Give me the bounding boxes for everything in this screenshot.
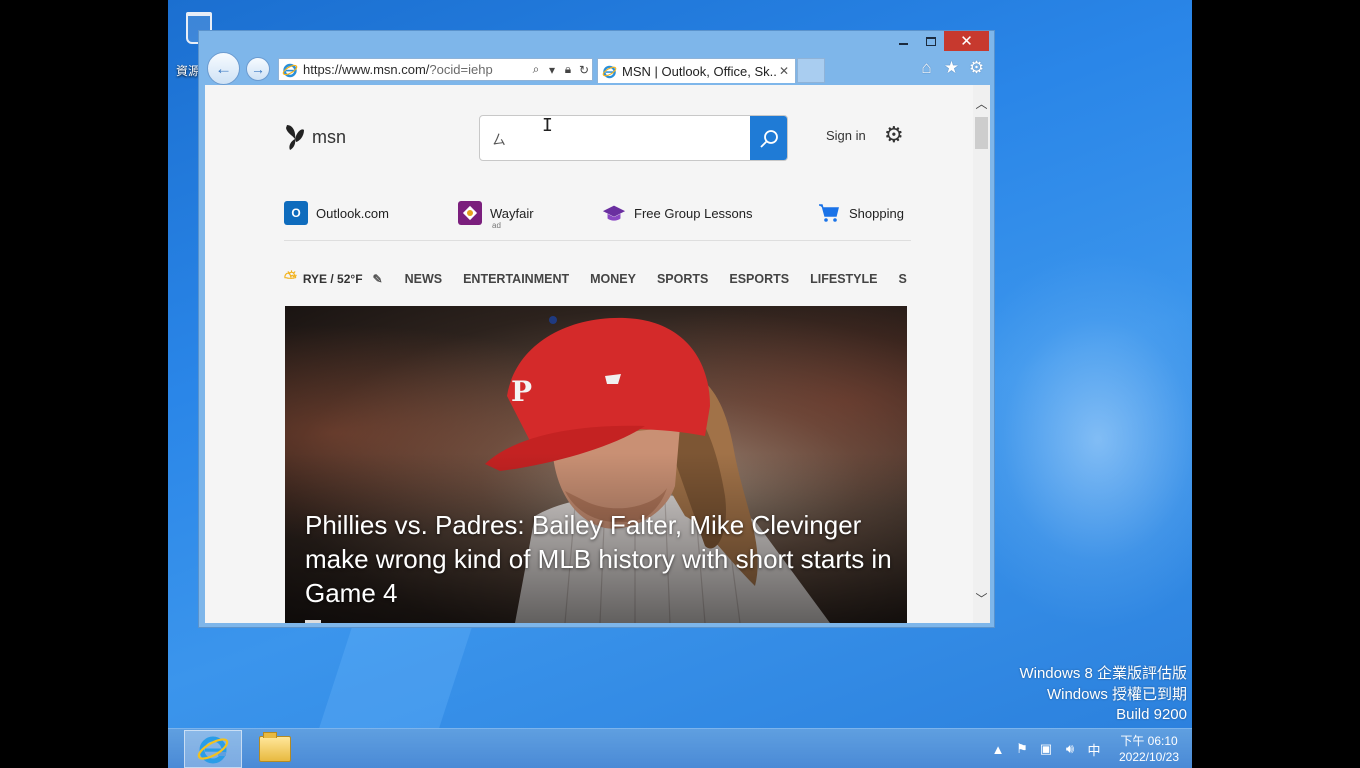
text-cursor-icon: I bbox=[542, 115, 553, 136]
ime-indicator[interactable]: 中 bbox=[1082, 740, 1106, 759]
cart-icon bbox=[817, 201, 841, 225]
tab-close-icon[interactable]: ✕ bbox=[776, 64, 792, 78]
url-host: https://www.msn.com/ bbox=[303, 62, 430, 77]
quick-link-outlook[interactable]: O Outlook.com bbox=[284, 201, 389, 225]
recycle-bin-label: 資源 bbox=[176, 64, 201, 78]
scroll-up-icon[interactable]: ︿ bbox=[973, 95, 990, 112]
clock-date: 2022/10/23 bbox=[1118, 750, 1180, 764]
browser-toolbar-icons: ⌂ ★ ⚙ bbox=[917, 58, 986, 77]
msn-search-box[interactable]: ㄙ bbox=[479, 115, 788, 161]
network-icon[interactable]: ▣ bbox=[1034, 741, 1058, 757]
new-tab-button[interactable] bbox=[797, 58, 825, 83]
nav-sports[interactable]: SPORTS bbox=[657, 272, 708, 286]
quick-links-bar: O Outlook.com Wayfair ad Free Group Less… bbox=[284, 201, 911, 241]
scroll-thumb[interactable] bbox=[975, 117, 988, 149]
weather-widget[interactable]: ⛅︎ RYE / 52°F ✎ bbox=[284, 270, 383, 288]
quick-link-label: Free Group Lessons bbox=[634, 205, 753, 221]
quick-link-shopping[interactable]: Shopping bbox=[817, 201, 904, 225]
window-controls: ✕ bbox=[890, 31, 989, 51]
tab-ie-favicon-icon bbox=[602, 65, 617, 78]
minimize-icon bbox=[899, 43, 908, 45]
tab-title: MSN | Outlook, Office, Sk... bbox=[622, 63, 776, 79]
search-icon bbox=[759, 130, 778, 148]
vertical-scrollbar[interactable]: ︿ ﹀ bbox=[973, 85, 990, 623]
wayfair-icon bbox=[458, 201, 482, 225]
show-hidden-icons-chevron-icon[interactable]: ▲ bbox=[986, 742, 1010, 757]
msn-butterfly-icon bbox=[286, 125, 304, 150]
url-query: ?ocid=iehp bbox=[429, 62, 493, 77]
hero-headline[interactable]: Phillies vs. Padres: Bailey Falter, Mike… bbox=[305, 508, 895, 610]
msn-logo[interactable]: msn bbox=[284, 122, 346, 152]
taskbar: ▲ ⚑ ▣ 🔊︎ 中 下午 06:10 2022/10/23 bbox=[168, 728, 1192, 768]
taskbar-ie-button[interactable] bbox=[184, 730, 242, 768]
nav-esports[interactable]: ESPORTS bbox=[729, 272, 789, 286]
scroll-down-icon[interactable]: ﹀ bbox=[973, 590, 990, 607]
msn-nav-bar: ⛅︎ RYE / 52°F ✎ NEWS ENTERTAINMENT MONEY… bbox=[284, 268, 911, 290]
arrow-left-icon: ← bbox=[215, 58, 232, 78]
quick-link-label: Outlook.com bbox=[316, 205, 389, 221]
ad-label: ad bbox=[492, 221, 501, 230]
quick-link-free-group-lessons[interactable]: Free Group Lessons bbox=[602, 201, 753, 225]
address-bar[interactable]: https://www.msn.com/?ocid=iehp ⌕ ▾ 🔒︎ ↻ bbox=[278, 58, 593, 81]
taskbar-file-explorer-button[interactable] bbox=[246, 730, 304, 768]
msn-search-button[interactable] bbox=[750, 116, 787, 160]
graduation-cap-icon bbox=[602, 201, 626, 225]
maximize-button[interactable] bbox=[917, 31, 944, 51]
edit-pencil-icon[interactable]: ✎ bbox=[373, 272, 383, 286]
windows-watermark: Windows 8 企業版評估版 Windows 授權已到期 Build 920… bbox=[1019, 664, 1187, 726]
tools-gear-icon[interactable]: ⚙ bbox=[967, 58, 986, 77]
minimize-button[interactable] bbox=[890, 31, 917, 51]
system-tray: ▲ ⚑ ▣ 🔊︎ 中 下午 06:10 2022/10/23 bbox=[986, 729, 1192, 768]
partly-cloudy-icon: ⛅︎ bbox=[284, 270, 297, 287]
folder-icon bbox=[259, 732, 291, 762]
internet-explorer-icon bbox=[197, 736, 229, 764]
msn-logo-text: msn bbox=[312, 126, 347, 147]
watermark-line-2: Windows 授權已到期 bbox=[1046, 685, 1187, 703]
chevron-down-icon[interactable]: ▾ bbox=[544, 63, 560, 77]
home-icon[interactable]: ⌂ bbox=[917, 58, 936, 77]
settings-gear-icon[interactable]: ⚙ bbox=[884, 122, 904, 148]
clock-time: 下午 06:10 bbox=[1120, 734, 1178, 748]
outlook-icon: O bbox=[284, 201, 308, 225]
arrow-right-icon: → bbox=[251, 61, 265, 77]
close-button[interactable]: ✕ bbox=[944, 31, 989, 51]
quick-link-label: Shopping bbox=[849, 205, 904, 221]
search-dropdown-icon[interactable]: ⌕ bbox=[528, 62, 544, 77]
watermark-line-3: Build 9200 bbox=[1116, 706, 1187, 723]
refresh-icon[interactable]: ↻ bbox=[576, 63, 592, 77]
nav-news[interactable]: NEWS bbox=[405, 272, 443, 286]
hero-story-card[interactable]: P Phillies vs. Padres: Bailey Falter, Mi… bbox=[285, 306, 907, 623]
page-content: msn ㄙ I Sign in ⚙ O Outlook.com Wayfair … bbox=[205, 85, 990, 623]
watermark-line-1: Windows 8 企業版評估版 bbox=[1019, 665, 1187, 682]
sign-in-link[interactable]: Sign in bbox=[826, 128, 866, 143]
taskbar-clock[interactable]: 下午 06:10 2022/10/23 bbox=[1106, 733, 1192, 765]
ie-window: ✕ ← → https://www.msn.com/?ocid=iehp ⌕ ▾… bbox=[198, 30, 995, 628]
ime-composition-text: ㄙ bbox=[492, 132, 506, 148]
maximize-icon bbox=[925, 36, 936, 46]
quick-link-label: Wayfair bbox=[490, 205, 534, 221]
back-button[interactable]: ← bbox=[207, 52, 240, 85]
quick-link-wayfair[interactable]: Wayfair ad bbox=[458, 201, 534, 230]
quick-links-divider bbox=[284, 240, 911, 241]
volume-icon[interactable]: 🔊︎ bbox=[1058, 741, 1082, 757]
nav-lifestyle[interactable]: LIFESTYLE bbox=[810, 272, 877, 286]
ie-favicon-icon bbox=[282, 63, 298, 77]
favorites-star-icon[interactable]: ★ bbox=[942, 58, 961, 77]
svg-text:P: P bbox=[511, 375, 532, 408]
nav-entertainment[interactable]: ENTERTAINMENT bbox=[463, 272, 569, 286]
carousel-indicator bbox=[305, 620, 321, 623]
tab-msn[interactable]: MSN | Outlook, Office, Sk... ✕ bbox=[597, 58, 796, 83]
nav-more-truncated[interactable]: S bbox=[898, 272, 906, 286]
address-url[interactable]: https://www.msn.com/?ocid=iehp bbox=[303, 62, 528, 77]
msn-search-input[interactable] bbox=[480, 116, 750, 160]
desktop: 資源 Windows 8 企業版評估版 Windows 授權已到期 Build … bbox=[168, 0, 1192, 768]
lock-icon[interactable]: 🔒︎ bbox=[560, 62, 576, 77]
action-center-flag-icon[interactable]: ⚑ bbox=[1010, 741, 1034, 757]
forward-button[interactable]: → bbox=[246, 57, 270, 81]
weather-text: RYE / 52°F bbox=[302, 272, 363, 286]
nav-money[interactable]: MONEY bbox=[590, 272, 636, 286]
close-icon: ✕ bbox=[960, 33, 973, 50]
